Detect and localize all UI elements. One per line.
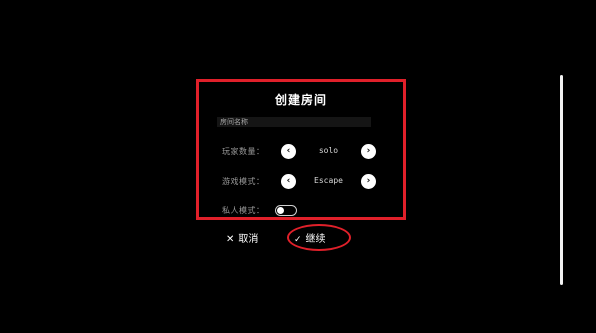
players-prev-button[interactable]: ‹ (281, 144, 296, 159)
continue-label: 继续 (305, 234, 326, 245)
continue-button[interactable]: ✓ 继续 (294, 230, 326, 245)
chevron-left-icon: ‹ (286, 146, 291, 156)
dialog-title: 创建房间 (274, 93, 327, 107)
private-row: 私人模式： (199, 203, 403, 219)
cancel-label: 取消 (238, 234, 259, 245)
check-icon: ✓ (294, 235, 302, 245)
chevron-left-icon: ‹ (286, 176, 291, 186)
players-next-button[interactable]: › (361, 144, 376, 159)
chevron-right-icon: › (366, 176, 371, 186)
room-name-input[interactable] (217, 117, 371, 127)
private-toggle[interactable] (275, 205, 297, 216)
players-row: 玩家数量： ‹ solo › (199, 144, 403, 160)
mode-row: 游戏模式： ‹ Escape › (199, 174, 403, 190)
mode-label: 游戏模式： (222, 177, 265, 186)
mode-prev-button[interactable]: ‹ (281, 174, 296, 189)
right-edge-bar (560, 75, 563, 285)
create-room-dialog: 创建房间 玩家数量： ‹ solo › 游戏模式： ‹ Escape › 私人模… (196, 79, 406, 220)
private-label: 私人模式： (222, 206, 265, 215)
mode-value: Escape (314, 176, 343, 185)
chevron-right-icon: › (366, 146, 371, 156)
players-value: solo (318, 146, 339, 155)
toggle-knob (277, 207, 284, 214)
cancel-button[interactable]: ✕ 取消 (226, 230, 259, 245)
players-label: 玩家数量： (222, 147, 265, 156)
game-screen: 创建房间 玩家数量： ‹ solo › 游戏模式： ‹ Escape › 私人模… (0, 0, 596, 333)
close-icon: ✕ (226, 234, 235, 245)
mode-next-button[interactable]: › (361, 174, 376, 189)
